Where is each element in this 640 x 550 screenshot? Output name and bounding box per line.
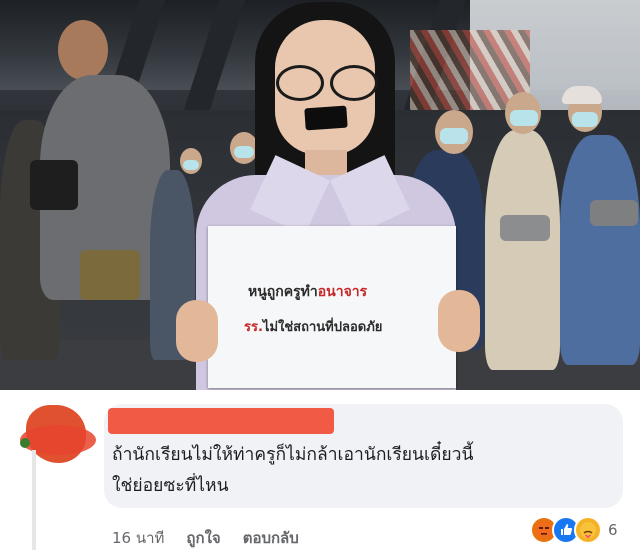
commenter-name-redacted[interactable] xyxy=(108,408,334,434)
left-hand xyxy=(176,300,218,362)
comment-text: ถ้านักเรียนไม่ให้ท่าครูก็ไม่กล้าเอานักเร… xyxy=(112,440,612,502)
comment-bubble[interactable]: ถ้านักเรียนไม่ให้ท่าครูก็ไม่กล้าเอานักเร… xyxy=(104,404,623,508)
thread-line xyxy=(32,450,36,550)
sign-text-dark: หนูถูกครูทำ xyxy=(248,284,318,300)
handbag xyxy=(500,215,550,241)
comment-text-line: ใช่ย่อยซะที่ไหน xyxy=(112,476,229,496)
care-icon xyxy=(574,516,602,544)
avatar-dot xyxy=(20,438,30,448)
glasses-icon xyxy=(272,65,378,101)
cap xyxy=(562,86,602,104)
reaction-summary[interactable]: 6 xyxy=(530,516,618,544)
mouth-tape xyxy=(304,105,348,131)
reply-button[interactable]: ตอบกลับ xyxy=(243,526,299,550)
person xyxy=(485,130,560,370)
bag xyxy=(80,250,140,300)
post-photo[interactable]: หนูถูกครูทำอนาจาร รร.ไม่ใช่สถานที่ปลอดภั… xyxy=(0,0,640,390)
reaction-count: 6 xyxy=(608,521,618,539)
sign-text-dark: ไม่ใช่สถานที่ปลอดภัย xyxy=(262,320,383,335)
sign-text-red: อนาจาร xyxy=(317,284,368,300)
comment-timestamp[interactable]: 16 นาที xyxy=(112,526,164,550)
comment-actions: 16 นาที ถูกใจ ตอบกลับ xyxy=(112,526,321,550)
person xyxy=(560,135,640,365)
right-hand xyxy=(438,290,480,352)
sign-line-1: หนูถูกครูทำอนาจาร xyxy=(248,281,367,303)
camera-icon xyxy=(30,160,78,210)
like-button[interactable]: ถูกใจ xyxy=(186,526,220,550)
sign-line-2: รร.ไม่ใช่สถานที่ปลอดภัย xyxy=(244,316,382,337)
comment: ถ้านักเรียนไม่ให้ท่าครูก็ไม่กล้าเอานักเร… xyxy=(0,390,640,550)
protest-sign: หนูถูกครูทำอนาจาร รร.ไม่ใช่สถานที่ปลอดภั… xyxy=(208,226,456,388)
handbag xyxy=(590,200,638,226)
sign-text-red: รร. xyxy=(244,320,263,335)
comment-text-line: ถ้านักเรียนไม่ให้ท่าครูก็ไม่กล้าเอานักเร… xyxy=(112,445,474,465)
